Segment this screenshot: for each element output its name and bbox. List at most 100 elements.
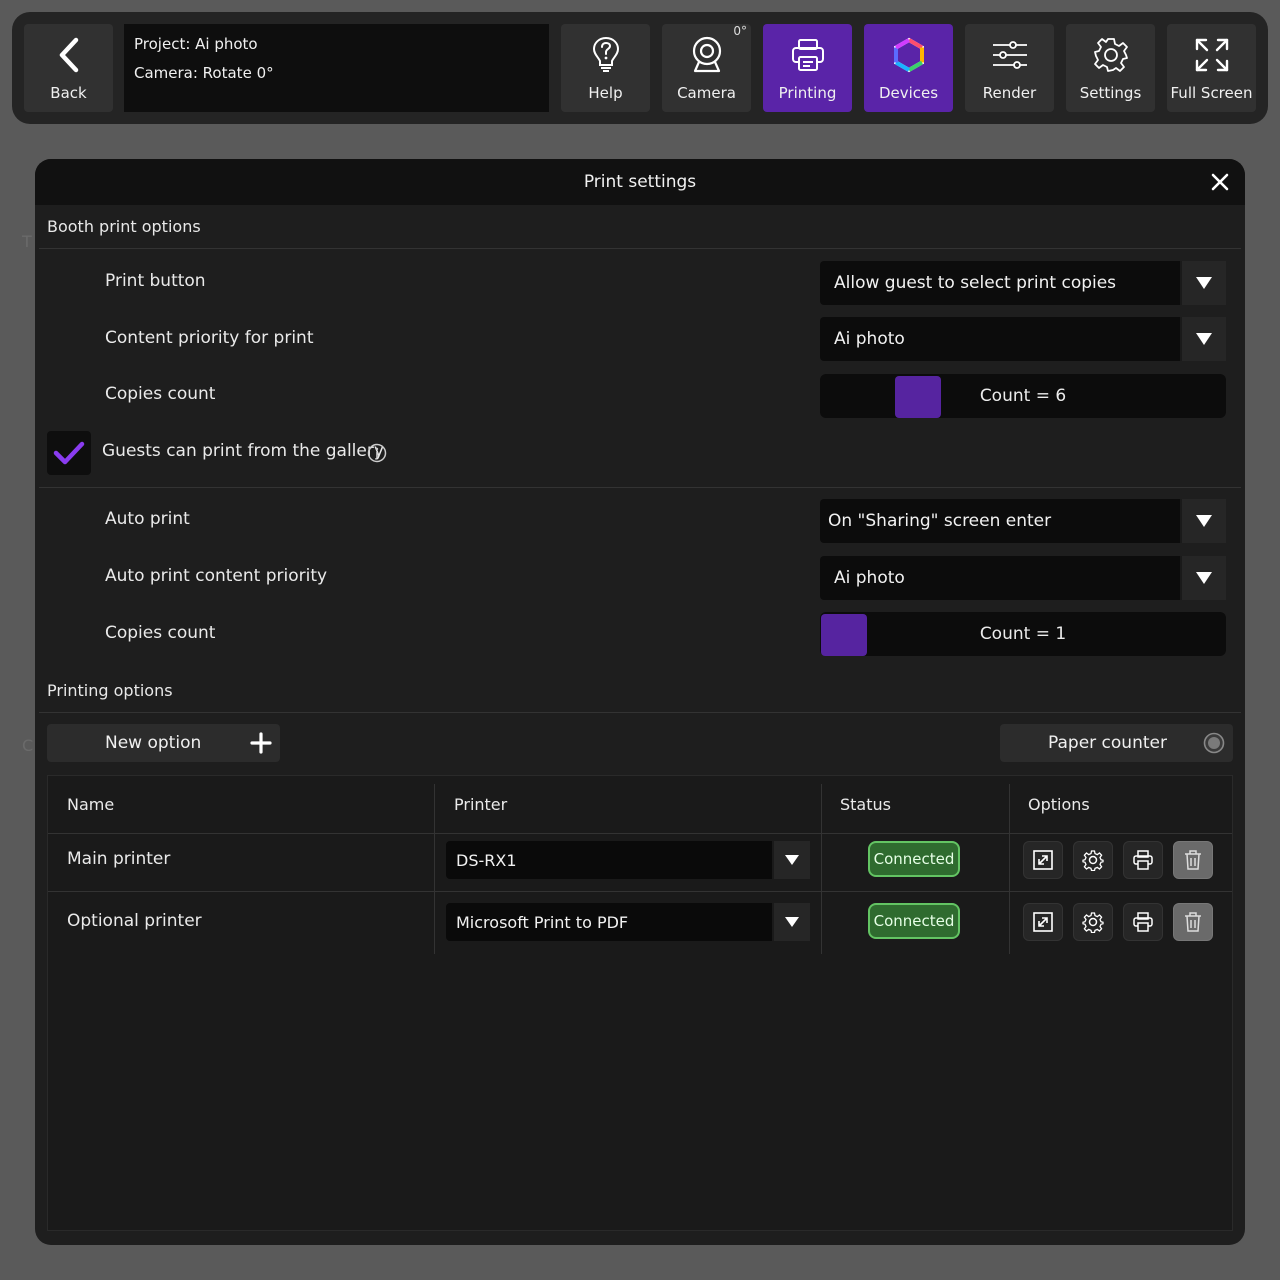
paper-counter-label: Paper counter xyxy=(1048,733,1167,753)
printer-settings-button[interactable] xyxy=(1073,903,1113,941)
resize-button[interactable] xyxy=(1023,903,1063,941)
project-name: Project: Ai photo xyxy=(134,35,258,53)
dropdown-arrow-icon[interactable] xyxy=(1180,261,1226,305)
render-label: Render xyxy=(982,84,1037,102)
print-button-label: Print button xyxy=(105,271,206,291)
delete-button[interactable] xyxy=(1173,841,1213,879)
top-toolbar: Back Project: Ai photo Camera: Rotate 0°… xyxy=(12,12,1268,124)
column-divider xyxy=(821,784,822,954)
auto-print-select[interactable]: On "Sharing" screen enter xyxy=(820,499,1226,543)
copies-count-value: Count = 6 xyxy=(979,386,1067,406)
status-badge: Connected xyxy=(868,841,960,877)
back-button[interactable]: Back xyxy=(24,24,113,112)
camera-rotation: Camera: Rotate 0° xyxy=(134,64,274,82)
fullscreen-label: Full Screen xyxy=(1170,84,1253,102)
camera-rotation-badge: 0° xyxy=(733,24,747,38)
column-header-status: Status xyxy=(840,794,891,814)
dialog-header: Print settings xyxy=(35,159,1245,205)
gear-icon xyxy=(1082,850,1104,871)
devices-label: Devices xyxy=(878,84,939,102)
printing-button[interactable]: Printing xyxy=(763,24,852,112)
column-divider xyxy=(1009,784,1010,954)
hexagon-ring-icon xyxy=(891,30,927,80)
printer-icon xyxy=(790,30,826,80)
camera-button[interactable]: 0° Camera xyxy=(662,24,751,112)
camera-label: Camera xyxy=(677,84,736,102)
webcam-icon xyxy=(690,30,724,80)
help-button[interactable]: Help xyxy=(561,24,650,112)
gear-icon xyxy=(1092,30,1130,80)
settings-label: Settings xyxy=(1079,84,1142,102)
new-option-button[interactable]: New option xyxy=(47,724,280,762)
dropdown-arrow-icon[interactable] xyxy=(1180,556,1226,600)
content-priority-label: Content priority for print xyxy=(105,328,314,348)
fullscreen-button[interactable]: Full Screen xyxy=(1167,24,1256,112)
auto-print-priority-select[interactable]: Ai photo xyxy=(820,556,1226,600)
gallery-print-label: Guests can print from the gallery xyxy=(102,441,384,461)
test-print-button[interactable] xyxy=(1123,903,1163,941)
copies-count-slider[interactable]: Count = 6 xyxy=(820,374,1226,418)
printer-select-value: DS-RX1 xyxy=(456,850,517,870)
lightbulb-question-icon xyxy=(591,30,621,80)
new-option-label: New option xyxy=(105,733,202,753)
devices-button[interactable]: Devices xyxy=(864,24,953,112)
dropdown-arrow-icon[interactable] xyxy=(772,841,810,879)
printing-options-heading: Printing options xyxy=(47,681,173,700)
sliders-icon xyxy=(991,30,1029,80)
render-button[interactable]: Render xyxy=(965,24,1054,112)
dropdown-arrow-icon[interactable] xyxy=(1180,499,1226,543)
backdrop-text: T xyxy=(22,232,32,251)
radio-icon[interactable] xyxy=(1203,732,1225,759)
content-priority-value: Ai photo xyxy=(834,329,905,349)
gear-icon xyxy=(1082,912,1104,933)
column-divider xyxy=(434,784,435,954)
test-print-button[interactable] xyxy=(1123,841,1163,879)
close-icon[interactable] xyxy=(1209,171,1231,193)
printer-name: Main printer xyxy=(67,849,171,869)
help-label: Help xyxy=(588,84,623,102)
trash-icon xyxy=(1185,912,1201,932)
dialog-title: Print settings xyxy=(583,172,697,192)
row-divider xyxy=(48,891,1232,892)
copies-count-label: Copies count xyxy=(105,384,216,404)
delete-button[interactable] xyxy=(1173,903,1213,941)
printer-name: Optional printer xyxy=(67,911,202,931)
column-header-name: Name xyxy=(67,794,115,814)
trash-icon xyxy=(1185,850,1201,870)
auto-copies-count-label: Copies count xyxy=(105,623,216,643)
auto-print-priority-label: Auto print content priority xyxy=(105,566,328,586)
gallery-print-checkbox[interactable] xyxy=(47,431,91,475)
resize-button[interactable] xyxy=(1023,841,1063,879)
info-icon[interactable] xyxy=(367,443,387,467)
column-header-printer: Printer xyxy=(454,794,508,814)
plus-icon xyxy=(250,732,272,759)
divider xyxy=(39,487,1241,488)
auto-print-priority-value: Ai photo xyxy=(834,568,905,588)
print-button-select[interactable]: Allow guest to select print copies xyxy=(820,261,1226,305)
printer-select-value: Microsoft Print to PDF xyxy=(456,912,629,932)
divider xyxy=(39,248,1241,249)
print-settings-dialog: Print settings Booth print options Print… xyxy=(35,159,1245,1245)
content-priority-select[interactable]: Ai photo xyxy=(820,317,1226,361)
printer-settings-button[interactable] xyxy=(1073,841,1113,879)
dropdown-arrow-icon[interactable] xyxy=(772,903,810,941)
print-button-value: Allow guest to select print copies xyxy=(834,273,1117,293)
status-badge: Connected xyxy=(868,903,960,939)
project-info: Project: Ai photo Camera: Rotate 0° xyxy=(124,24,549,112)
auto-print-value: On "Sharing" screen enter xyxy=(828,511,1052,531)
divider xyxy=(39,712,1241,713)
booth-print-options-heading: Booth print options xyxy=(47,217,201,236)
expand-icon xyxy=(1194,30,1230,80)
settings-button[interactable]: Settings xyxy=(1066,24,1155,112)
chevron-left-icon xyxy=(54,30,84,80)
paper-counter-toggle[interactable]: Paper counter xyxy=(1000,724,1233,762)
auto-copies-count-slider[interactable]: Count = 1 xyxy=(820,612,1226,656)
printer-table: Name Printer Status Options Main printer… xyxy=(47,775,1233,1231)
printer-select[interactable]: DS-RX1 xyxy=(446,841,810,879)
backdrop-text: C xyxy=(22,736,34,755)
printer-select[interactable]: Microsoft Print to PDF xyxy=(446,903,810,941)
row-divider xyxy=(48,833,1232,834)
dropdown-arrow-icon[interactable] xyxy=(1180,317,1226,361)
printer-icon xyxy=(1133,912,1153,932)
printing-label: Printing xyxy=(778,84,837,102)
